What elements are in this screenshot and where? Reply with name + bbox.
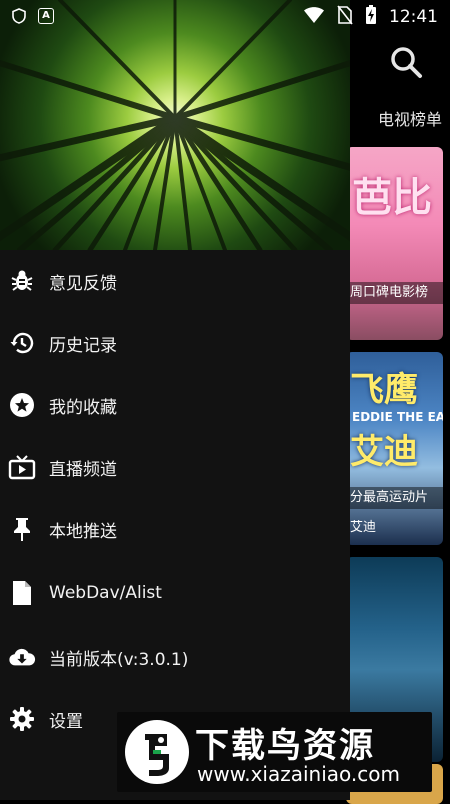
status-bar: A 12:41 <box>0 0 450 32</box>
pin-icon <box>8 515 36 543</box>
menu-item-favorites[interactable]: 我的收藏 <box>0 374 350 436</box>
gear-icon <box>8 705 36 733</box>
bug-icon <box>8 267 36 295</box>
poster-card[interactable]: 飞鹰 EDDIE THE EAGLE 艾迪 分最高运动片 艾迪 <box>346 352 443 545</box>
search-icon[interactable] <box>388 44 424 80</box>
menu-item-history[interactable]: 历史记录 <box>0 312 350 374</box>
watermark-title: 下载鸟资源 <box>195 726 375 766</box>
menu-item-local-push[interactable]: 本地推送 <box>0 498 350 560</box>
menu-label: 直播频道 <box>49 459 117 480</box>
shield-icon <box>12 8 26 28</box>
history-icon <box>8 329 36 357</box>
poster-caption-2: 艾迪 <box>350 520 377 535</box>
status-time: 12:41 <box>389 7 438 27</box>
poster-title: 飞鹰 <box>350 370 418 410</box>
navigation-drawer: 意见反馈 历史记录 我的收藏 直播频道 本地推送 WebDav/Alist 当前… <box>0 0 350 800</box>
cloud-download-icon <box>8 643 36 671</box>
watermark-url: www.xiazainiao.com <box>197 762 400 786</box>
menu-label: 当前版本(v:3.0.1) <box>49 649 189 670</box>
watermark: 下载鸟资源 www.xiazainiao.com <box>117 712 432 792</box>
tab-tv-ranking[interactable]: 电视榜单 <box>378 106 442 130</box>
battery-charging-icon <box>365 5 377 29</box>
menu-label: 意见反馈 <box>49 273 117 294</box>
menu-label: 历史记录 <box>49 335 117 356</box>
menu-label: WebDav/Alist <box>49 583 162 603</box>
poster-title: 芭比 <box>352 175 432 221</box>
poster-subtitle: EDDIE THE EAGLE <box>352 410 443 424</box>
poster-caption: 分最高运动片 <box>346 487 443 509</box>
no-sim-icon <box>337 5 353 29</box>
menu-item-webdav[interactable]: WebDav/Alist <box>0 562 350 624</box>
drawer-header-image <box>0 0 350 250</box>
menu-label: 设置 <box>49 711 83 732</box>
menu-item-version[interactable]: 当前版本(v:3.0.1) <box>0 626 350 688</box>
menu-label: 本地推送 <box>49 521 117 542</box>
file-icon <box>8 579 36 607</box>
menu-item-live-channels[interactable]: 直播频道 <box>0 436 350 498</box>
star-icon <box>8 391 36 419</box>
poster-caption: 周口碑电影榜 <box>346 282 443 304</box>
watermark-logo-icon <box>125 720 189 784</box>
poster-title-2: 艾迪 <box>350 432 418 472</box>
menu-label: 我的收藏 <box>49 397 117 418</box>
wifi-icon <box>303 6 325 28</box>
menu-item-feedback[interactable]: 意见反馈 <box>0 250 350 312</box>
tv-icon <box>8 453 36 481</box>
a-badge-icon: A <box>38 8 54 24</box>
poster-card[interactable]: 芭比 周口碑电影榜 <box>346 147 443 340</box>
